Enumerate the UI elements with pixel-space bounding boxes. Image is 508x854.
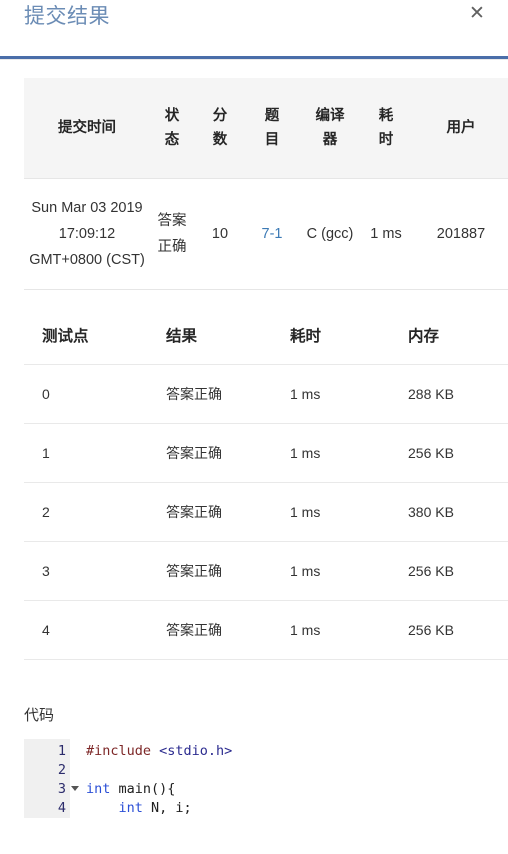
column-header-status: 状 态 <box>150 78 194 179</box>
cell-testpoint-id: 0 <box>24 364 166 424</box>
cell-problem: 7-1 <box>246 178 298 290</box>
code-line: #include <stdio.h> <box>86 742 484 761</box>
cell-testpoint-id: 2 <box>24 482 166 542</box>
cell-submit-time: Sun Mar 03 2019 17:09:12 GMT+0800 (CST) <box>24 178 150 290</box>
table-row: 2 答案正确 1 ms 380 KB <box>24 482 508 542</box>
column-header-score-line2: 数 <box>212 132 228 148</box>
header-divider-soft <box>0 59 508 60</box>
testpoint-header-row: 测试点 结果 耗时 内存 <box>24 318 508 365</box>
code-token: #include <box>86 743 160 759</box>
cell-testpoint-result: 答案正确 <box>166 364 290 424</box>
column-header-status-line2: 态 <box>164 132 180 148</box>
column-header-problem: 题 目 <box>246 78 298 179</box>
column-header-problem-line1: 题 <box>264 108 280 124</box>
cell-testpoint-duration: 1 ms <box>290 600 408 660</box>
cell-testpoint-duration: 1 ms <box>290 423 408 483</box>
column-header-status-line1: 状 <box>164 108 180 124</box>
column-header-compiler-line1: 编译 <box>315 108 345 124</box>
cell-testpoint-memory: 256 KB <box>408 541 508 601</box>
column-header-testpoint-duration: 耗时 <box>290 328 322 345</box>
chevron-down-icon[interactable] <box>71 786 79 791</box>
code-token: int <box>118 800 143 816</box>
column-header-submit-time: 提交时间 <box>24 78 150 179</box>
code-section-label: 代码 <box>24 707 55 724</box>
column-header-testpoint-memory: 内存 <box>408 328 440 345</box>
column-header-score: 分 数 <box>194 78 246 179</box>
submission-table: 提交时间 状 态 分 数 题 目 编译 器 耗 时 用户 Sun Mar 03 … <box>24 78 508 290</box>
code-token: N, i; <box>142 800 192 816</box>
testpoint-table-head: 测试点 结果 耗时 内存 <box>24 318 508 365</box>
cell-compiler: C (gcc) <box>298 178 362 290</box>
modal-header: 提交结果 ✕ <box>0 0 508 56</box>
cell-testpoint-result: 答案正确 <box>166 600 290 660</box>
column-header-duration-line1: 耗 <box>378 108 394 124</box>
submission-header-row: 提交时间 状 态 分 数 题 目 编译 器 耗 时 用户 <box>24 78 508 179</box>
testpoint-table-body: 0 答案正确 1 ms 288 KB 1 答案正确 1 ms 256 KB 2 答案正确 1 ms 3… <box>24 364 508 660</box>
modal-body: 提交时间 状 态 分 数 题 目 编译 器 耗 时 用户 Sun Mar 03 … <box>0 78 508 818</box>
cell-testpoint-duration: 1 ms <box>290 541 408 601</box>
code-section: 代码 1 2 34 #include <stdio.h> int main(){ in… <box>24 704 484 818</box>
status-badge: 答案正确 <box>150 178 194 290</box>
code-token: int <box>86 781 111 797</box>
table-row: 3 答案正确 1 ms 256 KB <box>24 541 508 601</box>
code-line-number: 4 <box>57 800 66 816</box>
cell-duration: 1 ms <box>362 178 410 290</box>
submission-table-head: 提交时间 状 态 分 数 题 目 编译 器 耗 时 用户 <box>24 78 508 179</box>
code-token: main(){ <box>110 781 176 797</box>
code-line-number: 1 <box>57 743 66 759</box>
column-header-duration-line2: 时 <box>378 132 394 148</box>
column-header-user: 用户 <box>410 78 508 179</box>
column-header-score-line1: 分 <box>212 108 228 124</box>
cell-testpoint-memory: 256 KB <box>408 600 508 660</box>
table-row: 1 答案正确 1 ms 256 KB <box>24 423 508 483</box>
cell-testpoint-memory: 288 KB <box>408 364 508 424</box>
cell-testpoint-id: 3 <box>24 541 166 601</box>
column-header-compiler-line2: 器 <box>322 132 338 148</box>
testpoint-table: 测试点 结果 耗时 内存 0 答案正确 1 ms 288 KB 1 答案正确 1 ms 256… <box>24 318 508 660</box>
submission-table-body: Sun Mar 03 2019 17:09:12 GMT+0800 (CST) … <box>24 178 508 290</box>
cell-testpoint-result: 答案正确 <box>166 423 290 483</box>
table-row: Sun Mar 03 2019 17:09:12 GMT+0800 (CST) … <box>24 178 508 290</box>
code-content[interactable]: #include <stdio.h> int main(){ int N, i; <box>70 739 484 818</box>
column-header-compiler: 编译 器 <box>298 78 362 179</box>
close-icon[interactable]: ✕ <box>464 1 490 27</box>
cell-testpoint-result: 答案正确 <box>166 482 290 542</box>
table-row: 4 答案正确 1 ms 256 KB <box>24 600 508 660</box>
column-header-problem-line2: 目 <box>264 132 280 148</box>
cell-testpoint-result: 答案正确 <box>166 541 290 601</box>
cell-testpoint-duration: 1 ms <box>290 364 408 424</box>
cell-testpoint-id: 1 <box>24 423 166 483</box>
cell-user: 201887 <box>410 178 508 290</box>
column-header-duration: 耗 时 <box>362 78 410 179</box>
page-title: 提交结果 <box>24 5 110 28</box>
table-row: 0 答案正确 1 ms 288 KB <box>24 364 508 424</box>
cell-testpoint-memory: 380 KB <box>408 482 508 542</box>
cell-testpoint-duration: 1 ms <box>290 482 408 542</box>
code-gutter: 1 2 34 <box>24 739 79 818</box>
code-token: <stdio.h> <box>159 743 233 759</box>
column-header-testpoint-result: 结果 <box>166 328 198 345</box>
code-line: int N, i; <box>86 799 484 818</box>
code-line-number: 2 <box>57 762 66 778</box>
cell-score: 10 <box>194 178 246 290</box>
cell-testpoint-memory: 256 KB <box>408 423 508 483</box>
code-line-number: 3 <box>24 780 79 799</box>
code-editor[interactable]: 1 2 34 #include <stdio.h> int main(){ int N… <box>24 739 484 818</box>
column-header-testpoint-id: 测试点 <box>42 328 89 345</box>
problem-link[interactable]: 7-1 <box>262 226 283 242</box>
cell-testpoint-id: 4 <box>24 600 166 660</box>
code-line: int main(){ <box>86 780 484 799</box>
